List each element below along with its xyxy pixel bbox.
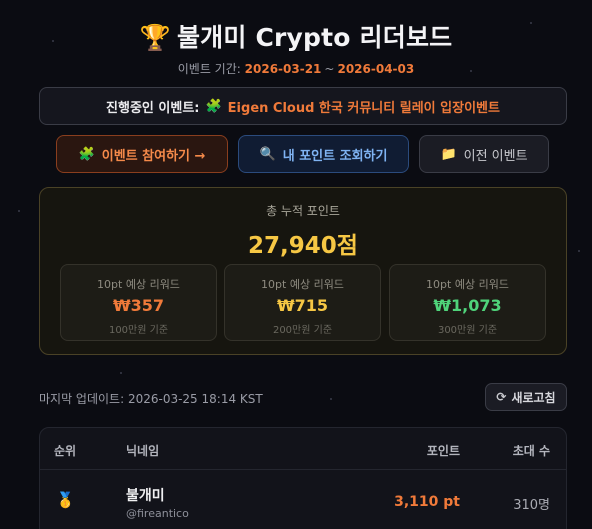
page-title: 🏆 불개미 Crypto 리더보드 <box>0 18 592 54</box>
total-points-label: 총 누적 포인트 <box>266 204 340 218</box>
trophy-icon: 🏆 <box>139 23 171 52</box>
reward-basis: 200만원 기준 <box>272 325 333 336</box>
search-icon: 🔍 <box>259 146 276 162</box>
star-decoration <box>330 398 332 400</box>
column-header-invites: 초대 수 <box>512 444 550 458</box>
join-event-label: 이벤트 참여하기 → <box>101 148 206 164</box>
star-decoration <box>578 250 580 252</box>
reward-basis: 100만원 기준 <box>108 325 169 336</box>
reward-value: ₩715 <box>276 296 329 315</box>
puzzle-icon: 🧩 <box>78 146 95 162</box>
leaderboard-table: 순위 닉네임 포인트 초대 수 🥇 불개미 @fireantico 3,110 … <box>39 427 567 529</box>
reward-value: ₩357 <box>112 296 165 315</box>
star-decoration <box>120 372 122 374</box>
refresh-button[interactable]: ⟳ 새로고침 <box>485 383 567 411</box>
previous-events-label: 이전 이벤트 <box>463 148 528 164</box>
reward-value: ₩1,073 <box>433 296 502 315</box>
check-points-label: 내 포인트 조회하기 <box>282 148 388 164</box>
event-period-separator: ~ <box>324 62 335 76</box>
table-row[interactable]: 🥇 불개미 @fireantico 3,110 pt 310명 <box>40 471 566 529</box>
reward-title: 10pt 예상 리워드 <box>97 278 180 291</box>
star-decoration <box>18 210 20 212</box>
event-period-label: 이벤트 기간: <box>177 62 241 76</box>
refresh-icon: ⟳ <box>496 390 507 404</box>
reward-card: 10pt 예상 리워드 ₩1,073 300만원 기준 <box>389 264 546 341</box>
column-header-rank: 순위 <box>54 444 77 458</box>
refresh-label: 새로고침 <box>511 390 556 405</box>
reward-basis: 300만원 기준 <box>437 325 498 336</box>
total-points-value: 27,940점 <box>248 233 358 259</box>
medal-icon: 🥇 <box>56 491 75 509</box>
event-end-date: 2026-04-03 <box>337 62 415 76</box>
current-event-label: 진행중인 이벤트: <box>106 100 200 116</box>
reward-card: 10pt 예상 리워드 ₩357 100만원 기준 <box>60 264 217 341</box>
points-summary-card: 총 누적 포인트 27,940점 10pt 예상 리워드 ₩357 100만원 … <box>39 187 567 355</box>
column-header-nickname: 닉네임 <box>126 444 160 458</box>
event-period: 이벤트 기간: 2026-03-21 ~2026-04-03 <box>0 60 592 77</box>
last-updated-text: 마지막 업데이트: 2026-03-25 18:14 KST <box>39 392 263 406</box>
folder-icon: 📁 <box>440 146 457 162</box>
puzzle-icon: 🧩 <box>205 98 222 114</box>
row-points: 3,110 pt <box>394 494 460 510</box>
reward-title: 10pt 예상 리워드 <box>426 278 509 291</box>
event-start-date: 2026-03-21 <box>244 62 322 76</box>
row-handle: @fireantico <box>126 507 189 520</box>
reward-card: 10pt 예상 리워드 ₩715 200만원 기준 <box>224 264 381 341</box>
current-event-name: Eigen Cloud 한국 커뮤니티 릴레이 입장이벤트 <box>227 100 500 116</box>
check-points-button[interactable]: 🔍 내 포인트 조회하기 <box>238 135 409 173</box>
page-title-text: 불개미 Crypto 리더보드 <box>176 23 453 52</box>
join-event-button[interactable]: 🧩 이벤트 참여하기 → <box>56 135 228 173</box>
reward-title: 10pt 예상 리워드 <box>261 278 344 291</box>
current-event-banner: 진행중인 이벤트: 🧩 Eigen Cloud 한국 커뮤니티 릴레이 입장이벤… <box>39 87 567 125</box>
previous-events-button[interactable]: 📁 이전 이벤트 <box>419 135 549 173</box>
column-header-points: 포인트 <box>426 444 460 458</box>
row-invites: 310명 <box>513 498 550 513</box>
row-nickname: 불개미 <box>126 488 165 504</box>
table-header: 순위 닉네임 포인트 초대 수 <box>40 428 566 470</box>
